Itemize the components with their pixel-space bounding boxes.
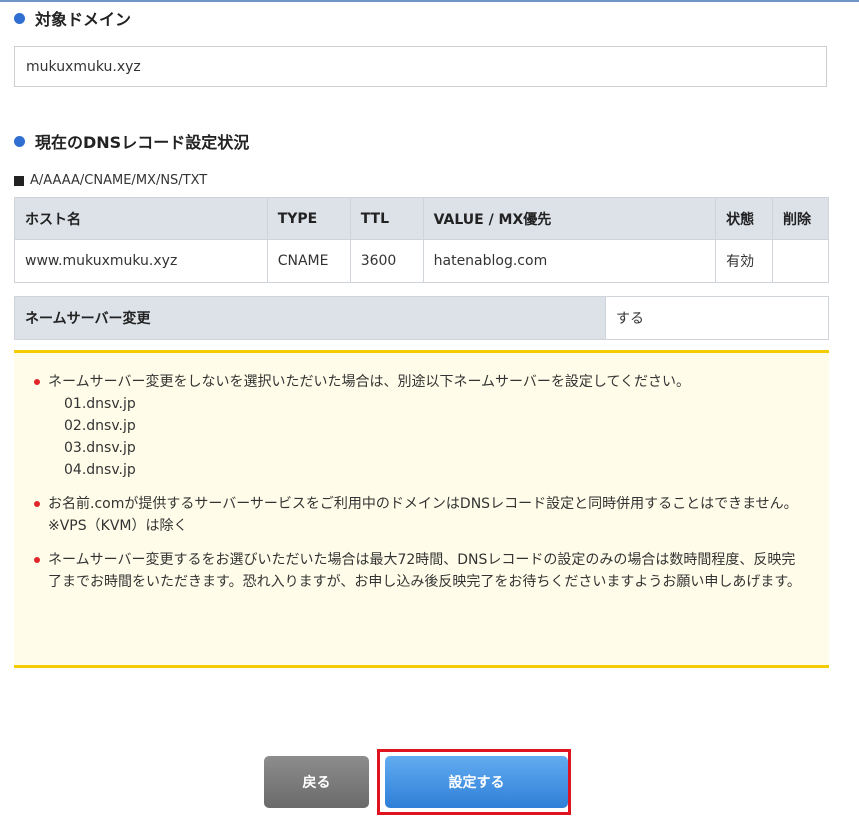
nameserver-change-label: ネームサーバー変更 bbox=[14, 296, 606, 340]
notice-box: ネームサーバー変更をしないを選択いただいた場合は、別途以下ネームサーバーを設定し… bbox=[14, 350, 829, 668]
nameserver-item: 02.dnsv.jp bbox=[64, 418, 136, 434]
nameserver-list: 01.dnsv.jp 02.dnsv.jp 03.dnsv.jp 04.dnsv… bbox=[48, 393, 809, 481]
submit-button[interactable]: 設定する bbox=[385, 756, 568, 808]
notice-item: ネームサーバー変更をしないを選択いただいた場合は、別途以下ネームサーバーを設定し… bbox=[34, 371, 809, 481]
record-types-label: A/AAAA/CNAME/MX/NS/TXT bbox=[14, 173, 207, 188]
cell-delete bbox=[772, 239, 829, 283]
red-bullet-icon bbox=[34, 379, 40, 385]
notice-item-note: ※VPS（KVM）は除く bbox=[48, 518, 188, 534]
notice-item: ネームサーバー変更するをお選びいただいた場合は最大72時間、DNSレコードの設定… bbox=[34, 549, 809, 593]
table-header-row: ホスト名 TYPE TTL VALUE / MX優先 状態 削除 bbox=[14, 197, 829, 240]
column-header-delete: 削除 bbox=[772, 197, 829, 240]
table-row: www.mukuxmuku.xyz CNAME 3600 hatenablog.… bbox=[14, 239, 829, 283]
target-domain-value: mukuxmuku.xyz bbox=[14, 46, 827, 87]
column-header-status: 状態 bbox=[715, 197, 774, 240]
nameserver-item: 04.dnsv.jp bbox=[64, 462, 136, 478]
bullet-dot-icon bbox=[14, 135, 25, 147]
nameserver-item: 03.dnsv.jp bbox=[64, 440, 136, 456]
nameserver-change-table: ネームサーバー変更 する bbox=[14, 296, 829, 340]
square-bullet-icon bbox=[14, 175, 24, 186]
notice-list: ネームサーバー変更をしないを選択いただいた場合は、別途以下ネームサーバーを設定し… bbox=[34, 371, 809, 593]
nameserver-change-row: ネームサーバー変更 する bbox=[14, 296, 829, 340]
target-domain-heading: 対象ドメイン bbox=[14, 6, 131, 30]
cell-type: CNAME bbox=[266, 239, 351, 283]
dns-status-heading: 現在のDNSレコード設定状況 bbox=[14, 129, 249, 153]
dns-record-table: ホスト名 TYPE TTL VALUE / MX優先 状態 削除 www.muk… bbox=[14, 197, 829, 283]
dns-status-title: 現在のDNSレコード設定状況 bbox=[35, 133, 250, 152]
column-header-value: VALUE / MX優先 bbox=[422, 197, 717, 240]
top-border bbox=[0, 0, 859, 2]
nameserver-item: 01.dnsv.jp bbox=[64, 396, 136, 412]
record-types-text: A/AAAA/CNAME/MX/NS/TXT bbox=[30, 173, 208, 188]
column-header-type: TYPE bbox=[266, 197, 351, 240]
notice-item: お名前.comが提供するサーバーサービスをご利用中のドメインはDNSレコード設定… bbox=[34, 493, 809, 537]
cell-value: hatenablog.com bbox=[422, 239, 717, 283]
column-header-ttl: TTL bbox=[349, 197, 424, 240]
back-button[interactable]: 戻る bbox=[264, 756, 369, 808]
notice-item-text: ネームサーバー変更をしないを選択いただいた場合は、別途以下ネームサーバーを設定し… bbox=[48, 374, 691, 390]
red-bullet-icon bbox=[34, 557, 40, 563]
cell-ttl: 3600 bbox=[349, 239, 424, 283]
notice-item-text: ネームサーバー変更するをお選びいただいた場合は最大72時間、DNSレコードの設定… bbox=[48, 552, 801, 590]
cell-host: www.mukuxmuku.xyz bbox=[14, 239, 268, 283]
red-bullet-icon bbox=[34, 501, 40, 507]
bullet-dot-icon bbox=[14, 12, 25, 24]
column-header-host: ホスト名 bbox=[14, 197, 268, 240]
target-domain-title: 対象ドメイン bbox=[35, 10, 132, 29]
nameserver-change-value: する bbox=[605, 296, 829, 340]
cell-status: 有効 bbox=[715, 239, 774, 283]
notice-item-text: お名前.comが提供するサーバーサービスをご利用中のドメインはDNSレコード設定… bbox=[48, 496, 798, 512]
